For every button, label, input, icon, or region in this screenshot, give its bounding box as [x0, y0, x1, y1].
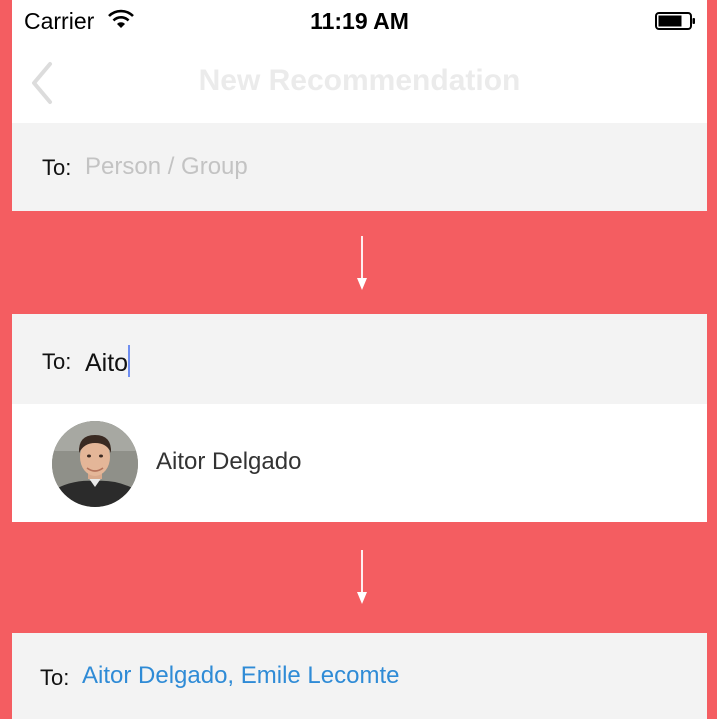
recipient-field[interactable]: To: Aitor Delgado, Emile Lecomte [12, 633, 707, 719]
recipient-input[interactable]: Aito [85, 345, 131, 378]
selected-recipients[interactable]: Aitor Delgado, Emile Lecomte [82, 662, 399, 690]
avatar [52, 421, 138, 507]
step2-screen: To: Aito Aitor Delgado [12, 314, 707, 522]
text-cursor [128, 345, 131, 377]
to-label: To: [40, 665, 70, 690]
page-title: New Recommendation [198, 64, 521, 97]
step1-screen: Carrier 11:19 AM New Recommendation To: … [12, 0, 707, 211]
arrow-down-icon [357, 236, 367, 290]
arrow-down-icon [357, 550, 367, 604]
recipient-placeholder[interactable]: Person / Group [85, 153, 248, 181]
typed-text: Aito [85, 349, 129, 377]
recipient-field[interactable]: To: Person / Group [12, 123, 707, 211]
to-label: To: [42, 155, 72, 180]
battery-icon [655, 12, 695, 30]
recipient-field[interactable]: To: Aito [12, 314, 707, 404]
suggestion-row[interactable]: Aitor Delgado [12, 404, 707, 522]
suggestion-name: Aitor Delgado [156, 448, 302, 475]
navigation-bar: New Recommendation [12, 44, 707, 123]
status-bar: Carrier 11:19 AM [12, 0, 707, 44]
to-label: To: [42, 349, 72, 374]
step3-screen: To: Aitor Delgado, Emile Lecomte [12, 633, 707, 719]
status-time: 11:19 AM [310, 8, 409, 34]
